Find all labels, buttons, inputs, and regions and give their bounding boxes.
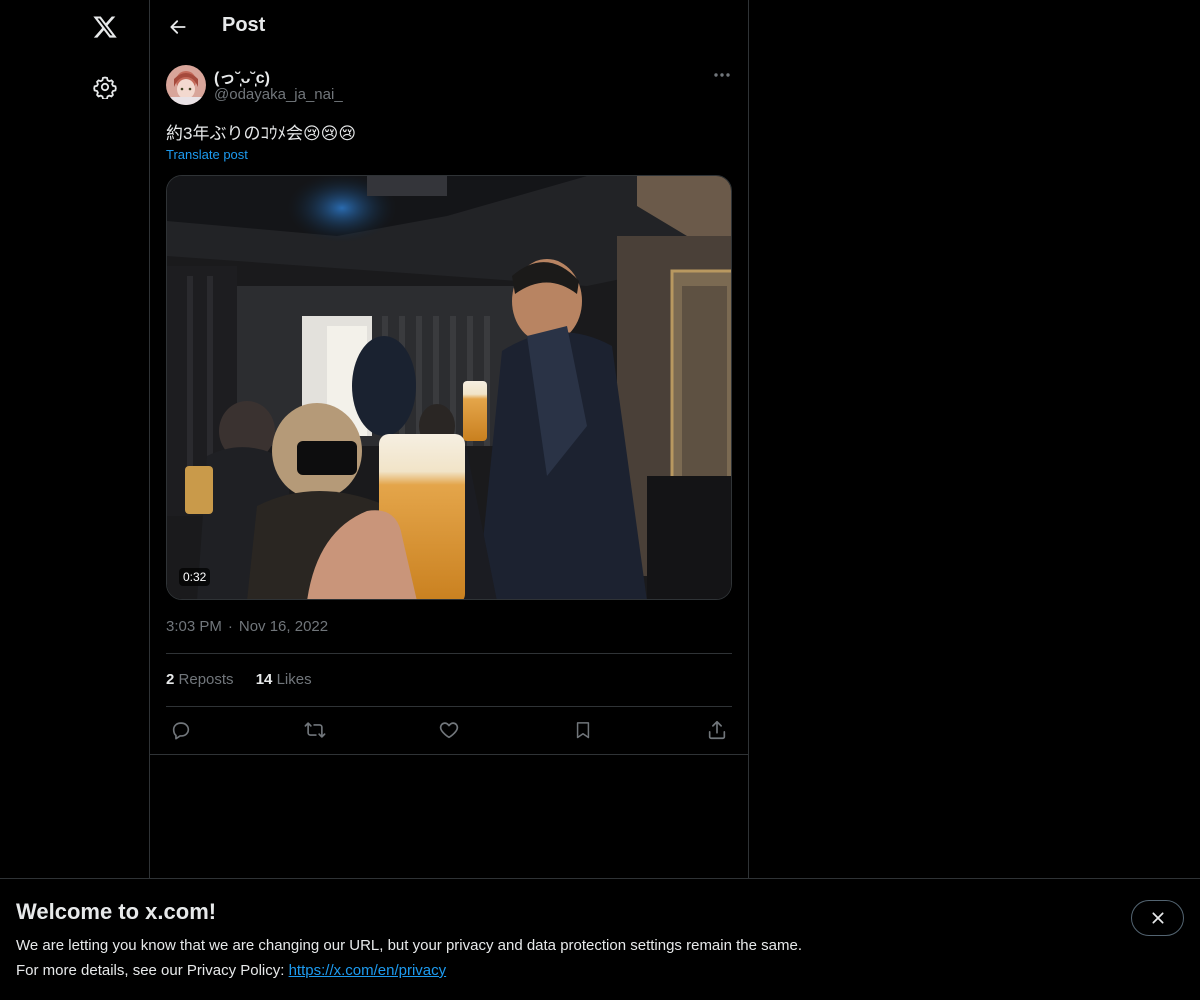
arrow-left-icon[interactable] [164,13,192,41]
repost-icon[interactable] [302,717,328,743]
post-time: 3:03 PM [166,618,222,635]
bookmark-icon[interactable] [570,717,596,743]
page-header: Post [150,0,748,54]
divider [166,653,732,654]
post-stats: 2 Reposts 14 Likes [166,671,330,688]
banner-message: We are letting you know that we are chan… [16,937,802,954]
reply-icon[interactable] [168,717,194,743]
video-thumbnail [167,176,731,599]
banner-title: Welcome to x.com! [16,899,217,924]
avatar[interactable] [166,65,206,105]
like-icon[interactable] [436,717,462,743]
author-handle[interactable]: @odayaka_ja_nai_ [214,86,343,103]
post-video[interactable]: 0:32 [166,175,732,600]
post-text: 約3年ぶりのｺｳﾒ会😢😢😢 [166,124,357,143]
action-bar [166,717,732,743]
video-duration: 0:32 [179,568,211,586]
main-column: Post (っ˘̩︎̩︎̩︎ᴗ˘̩︎̩︎̩︎c) @odayaka_ja_nai… [150,0,749,1000]
author-display-name[interactable]: (っ˘̩︎̩︎̩︎ᴗ˘̩︎̩︎̩︎c) [214,64,270,88]
page-title: Post [222,14,266,36]
left-nav [0,0,150,1000]
likes-stat[interactable]: 14 Likes [256,671,312,688]
gear-icon[interactable] [90,72,120,102]
separator: · [227,618,233,635]
divider [150,754,749,755]
welcome-banner: Welcome to x.com! We are letting you kno… [0,878,1200,1000]
post-timestamp[interactable]: 3:03 PM · Nov 16, 2022 [166,618,328,635]
banner-privacy-note: For more details, see our Privacy Policy… [16,962,447,979]
divider [166,706,732,707]
translate-post-link[interactable]: Translate post [166,147,248,162]
reposts-stat[interactable]: 2 Reposts [166,671,234,688]
more-options-icon[interactable] [710,65,734,85]
x-logo-icon[interactable] [88,10,122,44]
post-date: Nov 16, 2022 [238,618,329,635]
share-icon[interactable] [704,717,730,743]
privacy-policy-link[interactable]: https://x.com/en/privacy [289,962,447,979]
close-icon[interactable] [1131,900,1184,936]
